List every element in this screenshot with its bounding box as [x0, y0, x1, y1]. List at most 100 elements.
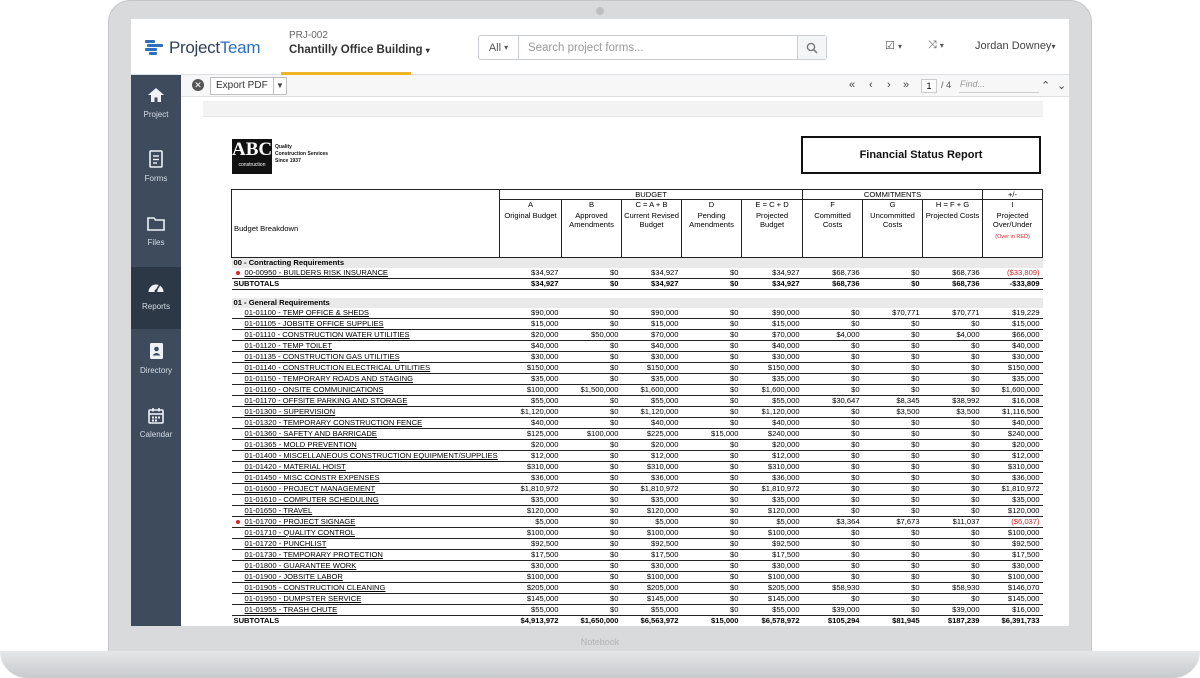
budget-line-link[interactable]: 01-01700 - PROJECT SIGNAGE — [231, 516, 500, 528]
budget-line-link[interactable]: 01-01800 - GUARANTEE WORK — [231, 560, 500, 572]
budget-line-link[interactable]: 01-01710 - QUALITY CONTROL — [231, 527, 500, 539]
export-options-dropdown[interactable]: ▼ — [273, 77, 287, 95]
table-cell: $1,120,000 — [621, 406, 682, 418]
search-scope-dropdown[interactable]: All ▾ — [479, 36, 519, 59]
table-cell: $0 — [802, 373, 863, 385]
table-cell: $0 — [802, 571, 863, 583]
find-next-button[interactable]: ⌄ — [1057, 79, 1066, 92]
project-selector[interactable]: PRJ-002 Chantilly Office Building ▾ — [289, 30, 430, 56]
chevron-right-icon: › — [887, 79, 891, 91]
page-number-input[interactable]: 1 — [921, 79, 937, 93]
table-cell: $0 — [802, 384, 863, 396]
table-cell: $0 — [681, 560, 742, 572]
sidebar-item-files[interactable]: Files — [131, 203, 181, 265]
table-cell: $20,000 — [741, 439, 803, 451]
table-cell: $30,647 — [802, 395, 863, 407]
first-page-button[interactable]: « — [849, 79, 855, 91]
chevron-up-icon: ⌃ — [1041, 80, 1051, 92]
budget-line-link[interactable]: 01-01150 - TEMPORARY ROADS AND STAGING — [231, 373, 500, 385]
sidebar-item-calendar[interactable]: Calendar — [131, 395, 181, 457]
logo-icon — [145, 40, 163, 56]
table-cell: $66,000 — [982, 329, 1043, 341]
sidebar-item-project[interactable]: Project — [131, 75, 181, 137]
table-cell: $145,000 — [982, 593, 1043, 605]
sidebar-item-reports[interactable]: Reports — [131, 267, 181, 329]
budget-line-link[interactable]: 01-01400 - MISCELLANEOUS CONSTRUCTION EQ… — [231, 450, 500, 462]
next-page-button[interactable]: › — [887, 79, 891, 91]
close-report-button[interactable]: ✕ — [192, 79, 204, 91]
table-cell: $0 — [561, 373, 622, 385]
table-cell: $39,000 — [922, 604, 983, 616]
table-cell: $0 — [862, 373, 923, 385]
switch-menu[interactable]: ⤨ ▾ — [928, 39, 944, 52]
table-cell: $11,037 — [922, 516, 983, 528]
table-row: 01-01950 - DUMPSTER SERVICE $145,000 $0 $14… — [231, 593, 1043, 605]
budget-line-link[interactable]: 01-01420 - MATERIAL HOIST — [231, 461, 500, 473]
find-input[interactable]: Find... — [959, 79, 1039, 93]
sidebar-item-forms[interactable]: Forms — [131, 139, 181, 201]
table-cell: $0 — [862, 604, 923, 616]
budget-line-link[interactable]: 01-01105 - JOBSITE OFFICE SUPPLIES — [231, 318, 500, 330]
budget-line-link[interactable]: 00-00950 - BUILDERS RISK INSURANCE — [231, 268, 500, 279]
budget-line-link[interactable]: 01-01320 - TEMPORARY CONSTRUCTION FENCE — [231, 417, 500, 429]
export-pdf-button[interactable]: Export PDF — [210, 77, 274, 95]
table-row: 01-01420 - MATERIAL HOIST $310,000 $0 $310,… — [231, 461, 1043, 473]
table-cell: ($6,037) — [982, 516, 1043, 528]
budget-line-link[interactable]: 01-01135 - CONSTRUCTION GAS UTILITIES — [231, 351, 500, 363]
table-cell: ($33,809) — [982, 268, 1043, 279]
budget-line-link[interactable]: 01-01905 - CONSTRUCTION CLEANING — [231, 582, 500, 594]
budget-line-link[interactable]: 01-01100 - TEMP OFFICE & SHEDS — [231, 307, 500, 319]
table-cell: $7,673 — [862, 516, 923, 528]
table-cell: $225,000 — [621, 428, 682, 440]
table-cell: $0 — [681, 483, 742, 495]
table-row: 01-01900 - JOBSITE LABOR $100,000 $0 $100,0… — [231, 571, 1043, 583]
table-row: 01-01170 - OFFSITE PARKING AND STORAGE $5… — [231, 395, 1043, 407]
budget-line-link[interactable]: 01-01955 - TRASH CHUTE — [231, 604, 500, 616]
chevron-down-icon: ▾ — [897, 42, 902, 51]
table-cell: $16,000 — [982, 604, 1043, 616]
budget-line-link[interactable]: 01-01450 - MISC CONSTR EXPENSES — [231, 472, 500, 484]
budget-line-link[interactable]: 01-01300 - SUPERVISION — [231, 406, 500, 418]
search-input[interactable]: Search project forms... — [519, 36, 797, 59]
chevron-down-icon: ▾ — [425, 46, 430, 55]
budget-line-link[interactable]: 01-01120 - TEMP TOILET — [231, 340, 500, 352]
user-menu[interactable]: Jordan Downey▾ — [975, 40, 1055, 52]
table-cell: $0 — [802, 560, 863, 572]
table-row: 01-01135 - CONSTRUCTION GAS UTILITIES $30… — [231, 351, 1043, 363]
table-cell: $120,000 — [982, 505, 1043, 517]
budget-line-link[interactable]: 01-01110 - CONSTRUCTION WATER UTILITIES — [231, 329, 500, 341]
budget-line-link[interactable]: 01-01170 - OFFSITE PARKING AND STORAGE — [231, 395, 500, 407]
table-row: 01-01110 - CONSTRUCTION WATER UTILITIES $… — [231, 329, 1043, 341]
budget-line-link[interactable]: 01-01600 - PROJECT MANAGEMENT — [231, 483, 500, 495]
budget-line-link[interactable]: 01-01950 - DUMPSTER SERVICE — [231, 593, 500, 605]
table-cell: $0 — [922, 549, 983, 561]
table-cell: $55,000 — [499, 395, 562, 407]
budget-line-link[interactable]: 01-01140 - CONSTRUCTION ELECTRICAL UTILI… — [231, 362, 500, 374]
table-cell: $0 — [862, 450, 923, 462]
budget-line-link[interactable]: 01-01720 - PUNCHLIST — [231, 538, 500, 550]
previous-page-button[interactable]: ‹ — [869, 79, 873, 91]
budget-line-link[interactable]: 01-01360 - SAFETY AND BARRICADE — [231, 428, 500, 440]
budget-line-link[interactable]: 01-01610 - COMPUTER SCHEDULING — [231, 494, 500, 506]
shuffle-icon: ⤨ — [928, 39, 937, 51]
table-cell: $150,000 — [982, 362, 1043, 374]
budget-line-link[interactable]: 01-01650 - TRAVEL — [231, 505, 500, 517]
budget-line-link[interactable]: 01-01365 - MOLD PREVENTION — [231, 439, 500, 451]
table-cell: $0 — [681, 571, 742, 583]
table-cell: $0 — [802, 450, 863, 462]
tasks-menu[interactable]: ☑ ▾ — [885, 39, 902, 52]
search-button[interactable] — [797, 36, 826, 59]
budget-line-link[interactable]: 01-01730 - TEMPORARY PROTECTION — [231, 549, 500, 561]
table-cell: $1,810,972 — [621, 483, 682, 495]
table-cell: $0 — [922, 527, 983, 539]
budget-line-link[interactable]: 01-01900 - JOBSITE LABOR — [231, 571, 500, 583]
table-cell: $35,000 — [741, 494, 803, 506]
column-header: C = A + B Current Revised Budget — [621, 199, 682, 258]
sidebar-item-label: Forms — [144, 174, 168, 183]
budget-line-link[interactable]: 01-01160 - ONSITE COMMUNICATIONS — [231, 384, 500, 396]
last-page-button[interactable]: » — [903, 79, 909, 91]
find-previous-button[interactable]: ⌃ — [1041, 79, 1050, 92]
app-logo[interactable]: ProjectTeam — [145, 38, 260, 58]
table-cell: $0 — [561, 406, 622, 418]
sidebar-item-directory[interactable]: Directory — [131, 331, 181, 393]
